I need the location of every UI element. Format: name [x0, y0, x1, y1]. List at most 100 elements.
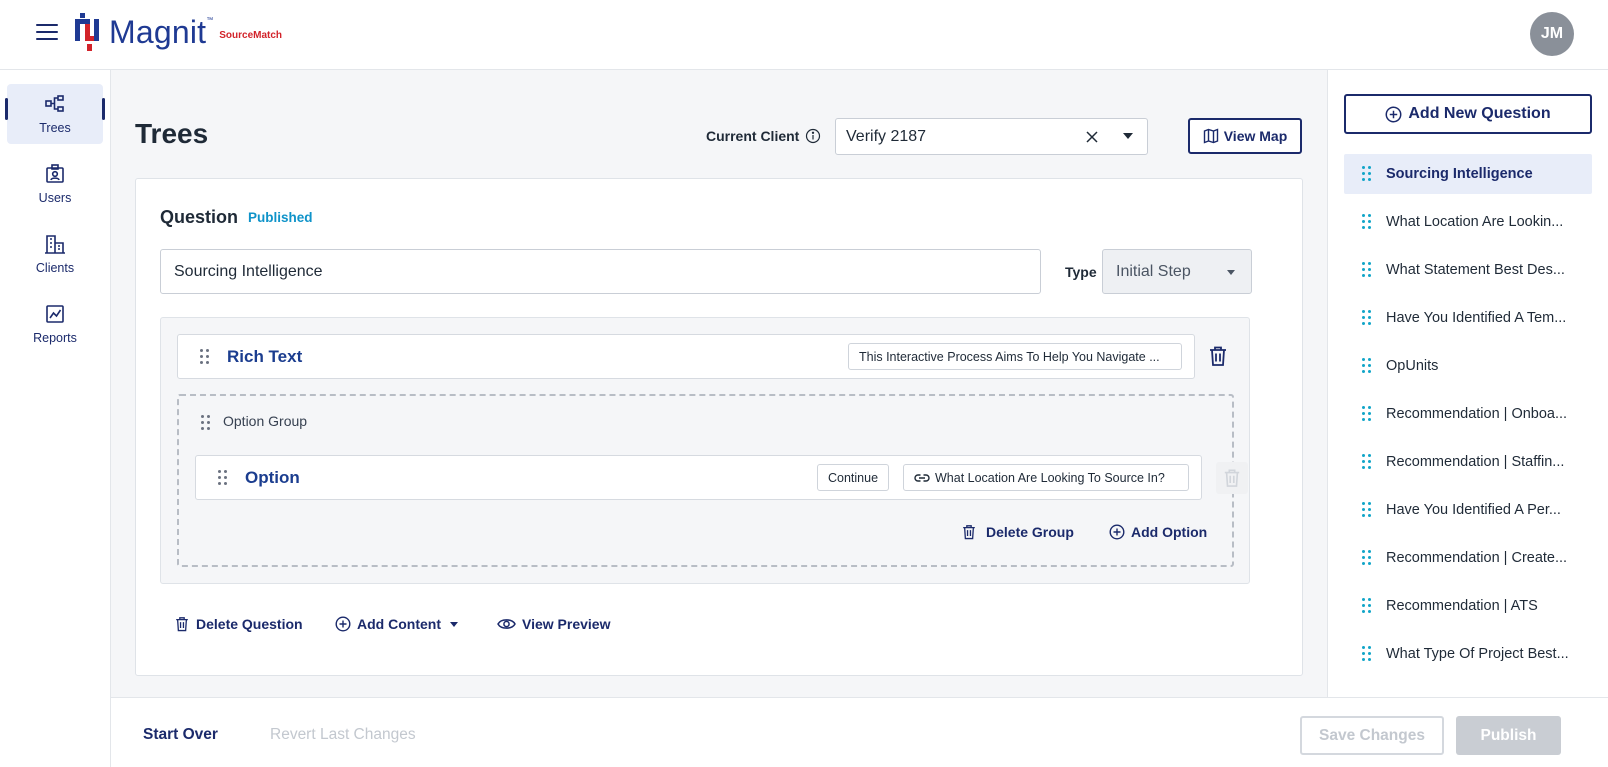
delete-question-label: Delete Question: [196, 616, 303, 632]
users-icon: [46, 164, 64, 183]
drag-handle-icon[interactable]: [1362, 646, 1372, 662]
question-list-item[interactable]: Have You Identified A Tem...: [1344, 298, 1592, 338]
option-delete-disabled: [1216, 462, 1248, 494]
type-select[interactable]: Initial Step: [1102, 249, 1252, 294]
question-name-input[interactable]: [160, 249, 1041, 294]
question-list-item-label: OpUnits: [1386, 358, 1439, 374]
option-link-text: What Location Are Looking To Source In?: [935, 470, 1165, 485]
delete-question-button[interactable]: Delete Question: [174, 616, 303, 632]
drag-handle-icon[interactable]: [1362, 502, 1372, 518]
main-content: Trees Current Client Verify 2187 View Ma…: [111, 70, 1327, 697]
plus-circle-icon: [1109, 524, 1125, 540]
drag-handle-icon[interactable]: [1362, 262, 1372, 278]
nav-label-clients: Clients: [35, 261, 75, 275]
drag-handle-icon[interactable]: [200, 349, 210, 365]
view-map-button[interactable]: View Map: [1188, 118, 1302, 154]
nav-item-users[interactable]: Users: [7, 154, 103, 214]
question-list-item[interactable]: What Location Are Lookin...: [1344, 202, 1592, 242]
question-list-item-label: What Statement Best Des...: [1386, 262, 1565, 278]
footer-bar: Start Over Revert Last Changes Save Chan…: [111, 697, 1608, 767]
brand-product: SourceMatch: [219, 29, 283, 41]
question-list-item-label: What Type Of Project Best...: [1386, 646, 1569, 662]
option-group: Option Group Option Continue What Locati…: [177, 394, 1248, 567]
nav-label-reports: Reports: [33, 331, 77, 345]
question-title: Question: [160, 207, 239, 227]
option-group-label: Option Group: [223, 413, 308, 429]
option-row[interactable]: Option Continue What Location Are Lookin…: [195, 455, 1202, 500]
status-badge: Published: [248, 210, 313, 225]
client-label-text: Current Client: [706, 128, 800, 144]
question-list-item[interactable]: Recommendation | Create...: [1344, 538, 1592, 578]
question-list: Sourcing Intelligence What Location Are L…: [1344, 154, 1592, 682]
brand-trademark: ™: [206, 16, 214, 24]
add-option-button[interactable]: Add Option: [1109, 524, 1207, 540]
nav-item-reports[interactable]: Reports: [7, 294, 103, 354]
drag-handle-icon[interactable]: [1362, 214, 1372, 230]
question-list-item[interactable]: Sourcing Intelligence: [1344, 154, 1592, 194]
nav-item-clients[interactable]: Clients: [7, 224, 103, 284]
drag-handle-icon[interactable]: [1362, 310, 1372, 326]
question-list-item-label: Sourcing Intelligence: [1386, 166, 1533, 182]
add-option-label: Add Option: [1131, 524, 1208, 540]
client-select[interactable]: Verify 2187: [835, 118, 1148, 155]
link-icon: [914, 473, 930, 482]
question-list-item[interactable]: Recommendation | ATS: [1344, 586, 1592, 626]
trash-icon: [176, 617, 188, 632]
trash-icon: [1224, 469, 1240, 487]
drag-handle-icon[interactable]: [218, 470, 228, 486]
drag-handle-icon[interactable]: [1362, 550, 1372, 566]
delete-group-button[interactable]: Delete Group: [961, 524, 1074, 540]
clear-icon[interactable]: [1083, 128, 1101, 146]
question-list-item[interactable]: Recommendation | Staffin...: [1344, 442, 1592, 482]
question-list-item[interactable]: Recommendation | Onboa...: [1344, 394, 1592, 434]
question-list-item-label: Recommendation | ATS: [1386, 598, 1538, 614]
delete-group-label: Delete Group: [986, 524, 1074, 540]
drag-handle-icon[interactable]: [1362, 358, 1372, 374]
plus-circle-icon: [335, 616, 351, 632]
question-list-item-label: Recommendation | Create...: [1386, 550, 1568, 566]
caret-down-icon: [1227, 270, 1235, 275]
option-action-chip[interactable]: Continue: [817, 464, 890, 491]
avatar[interactable]: JM: [1530, 12, 1574, 56]
nav-item-trees[interactable]: Trees: [5, 84, 105, 144]
start-over-button[interactable]: Start Over: [143, 726, 218, 744]
content-area: Rich Text This Interactive Process Aims …: [160, 317, 1250, 584]
brand-logo[interactable]: Magnit ™ SourceMatch: [74, 10, 282, 54]
rich-text-title: Rich Text: [227, 347, 303, 366]
question-list-item-label: Have You Identified A Tem...: [1386, 310, 1567, 326]
revert-changes-button[interactable]: Revert Last Changes: [270, 726, 416, 744]
nav-label-trees: Trees: [39, 121, 71, 135]
map-icon: [1203, 128, 1218, 144]
drag-handle-icon[interactable]: [1362, 406, 1372, 422]
question-list-item[interactable]: OpUnits: [1344, 346, 1592, 386]
question-list-item[interactable]: Have You Identified A Per...: [1344, 490, 1592, 530]
view-map-label: View Map: [1223, 128, 1288, 144]
drag-handle-icon[interactable]: [201, 415, 211, 431]
rich-text-row[interactable]: Rich Text This Interactive Process Aims …: [177, 334, 1195, 379]
reports-icon: [46, 305, 64, 323]
drag-handle-icon[interactable]: [1362, 454, 1372, 470]
add-new-question-label: Add New Question: [1408, 105, 1551, 122]
question-list-item[interactable]: What Statement Best Des...: [1344, 250, 1592, 290]
question-list-panel: Add New Question Sourcing Intelligence Wh…: [1327, 70, 1608, 697]
view-preview-button[interactable]: View Preview: [497, 616, 610, 632]
info-icon[interactable]: [805, 128, 821, 144]
rich-text-preview[interactable]: This Interactive Process Aims To Help Yo…: [848, 343, 1182, 370]
menu-icon[interactable]: [36, 24, 58, 42]
caret-down-icon[interactable]: [1123, 133, 1133, 139]
drag-handle-icon[interactable]: [1362, 598, 1372, 614]
client-label: Current Client: [706, 128, 821, 144]
trash-icon[interactable]: [1208, 345, 1228, 367]
client-select-value: Verify 2187: [846, 127, 927, 145]
publish-button[interactable]: Publish: [1456, 716, 1561, 755]
save-changes-button[interactable]: Save Changes: [1300, 716, 1444, 755]
type-label: Type: [1065, 264, 1097, 280]
question-list-item-label: Have You Identified A Per...: [1386, 502, 1561, 518]
option-link-chip[interactable]: What Location Are Looking To Source In?: [903, 464, 1189, 491]
add-new-question-button[interactable]: Add New Question: [1344, 94, 1592, 134]
add-content-button[interactable]: Add Content: [335, 616, 458, 632]
question-card: Question Published Type Initial Step Ric…: [135, 178, 1303, 676]
question-list-item[interactable]: What Type Of Project Best...: [1344, 634, 1592, 674]
drag-handle-icon[interactable]: [1362, 166, 1372, 182]
brand-name: Magnit: [109, 13, 207, 50]
